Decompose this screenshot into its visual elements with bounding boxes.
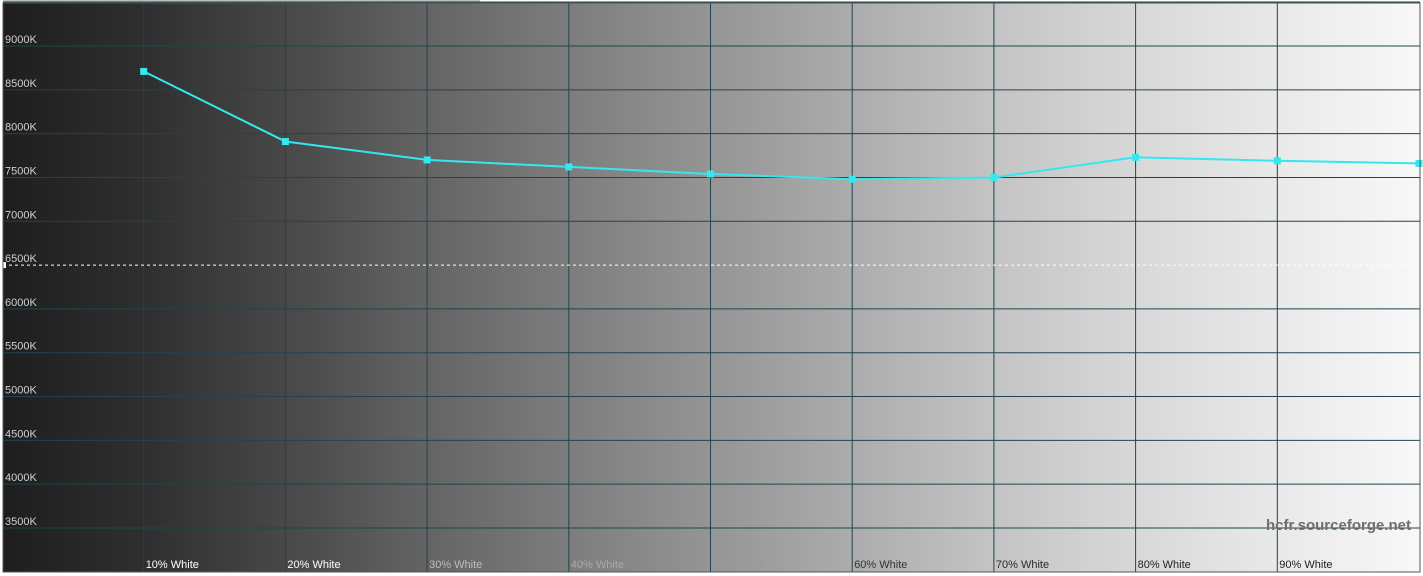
data-point: [848, 175, 856, 183]
data-point: [423, 156, 431, 164]
data-point: [990, 173, 998, 181]
plot-background: [3, 3, 1420, 572]
y-tick-label: 9000K: [5, 34, 37, 46]
data-point: [565, 163, 573, 171]
x-tick-label: 60% White: [854, 559, 907, 571]
x-tick-label: 90% White: [1279, 559, 1332, 571]
y-tick-label: 3500K: [5, 516, 37, 528]
x-tick-labels: 10% White 20% White 30% White 40% White 50% …: [146, 559, 1333, 571]
y-tick-label: 4500K: [5, 428, 37, 440]
y-tick-label: 4000K: [5, 472, 37, 484]
x-tick-label: 10% White: [146, 559, 199, 571]
x-tick-label: 80% White: [1138, 559, 1191, 571]
data-point: [1273, 157, 1281, 165]
data-point: [1415, 159, 1423, 167]
y-tick-label: 5000K: [5, 385, 37, 397]
data-point: [707, 170, 714, 178]
x-tick-label: 30% White: [429, 559, 482, 571]
x-tick-label: 20% White: [287, 559, 340, 571]
y-tick-label: 8000K: [5, 122, 37, 134]
y-tick-label: 7500K: [5, 165, 37, 177]
y-tick-label: 7000K: [5, 209, 37, 221]
chart-svg: 3500K 4000K 4500K 5000K 5500K 6000K 6500K 7000K…: [2, 0, 1423, 573]
watermark: hcfr.sourceforge.net: [1266, 517, 1411, 534]
x-tick-label: 50% White: [713, 559, 766, 571]
data-point: [1132, 153, 1140, 161]
x-tick-label: 70% White: [996, 559, 1049, 571]
y-tick-label: 6000K: [5, 297, 37, 309]
data-point: [281, 138, 289, 146]
data-point: [140, 67, 148, 75]
x-tick-label: 40% White: [571, 559, 624, 571]
chart: 3500K 4000K 4500K 5000K 5500K 6000K 6500K 7000K…: [0, 0, 1423, 576]
y-tick-label: 8500K: [5, 78, 37, 90]
y-tick-label: 5500K: [5, 341, 37, 353]
y-tick-label: 6500K: [5, 253, 37, 265]
